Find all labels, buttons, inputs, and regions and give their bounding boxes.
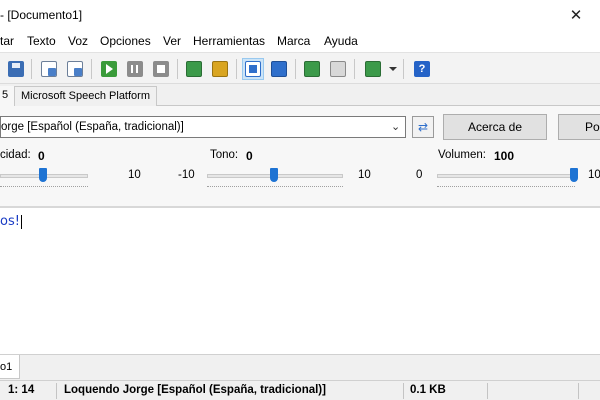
voice-second-button[interactable]: Por [558,114,600,140]
refresh-icon: ⇄ [417,120,429,134]
toolbar-separator [31,59,32,79]
pitch-max-label: 10 [358,169,371,181]
read-mode-button[interactable] [268,58,290,80]
help-icon: ? [414,61,430,77]
speed-slider-thumb[interactable] [39,168,47,182]
title-bar: - [Documento1] ✕ [0,0,600,30]
save-icon [8,61,24,77]
book-yellow-icon [212,61,228,77]
menu-ver[interactable]: Ver [163,34,181,48]
chevron-down-icon: ⌄ [391,121,401,133]
open-doc-button[interactable] [38,58,60,80]
status-separator [56,383,57,399]
tab-documento1[interactable]: o1 [0,355,20,379]
menu-editar[interactable]: tar [0,34,14,48]
status-voice: Loquendo Jorge [Español (España, tradici… [64,384,326,396]
menu-ayuda[interactable]: Ayuda [324,34,358,48]
status-bar: 1: 14 Loquendo Jorge [Español (España, t… [0,380,600,400]
voice-provider-tabs: 5 Microsoft Speech Platform [0,84,600,106]
volume-min-label: 0 [416,169,423,181]
stop-icon [153,61,169,77]
document-tabs: o1 [0,354,600,380]
voice-gray-button[interactable] [327,58,349,80]
stop-button[interactable] [150,58,172,80]
window-title: - [Documento1] [0,8,83,22]
volume-label: Volumen: [438,149,486,161]
voice-gray-icon [330,61,346,77]
pitch-slider-thumb[interactable] [270,168,278,182]
open-doc-icon [41,61,57,77]
volume-slider-track[interactable] [437,174,575,178]
status-position: 1: 14 [8,384,35,396]
play-icon [101,61,117,77]
editor-text: os! [0,214,22,229]
text-caret [20,214,22,229]
menu-bar: tar Texto Voz Opciones Ver Herramientas … [0,30,600,52]
read-icon [271,61,287,77]
toolbar-separator [354,59,355,79]
book-green-icon [186,61,202,77]
edit-mode-button[interactable] [242,58,264,80]
toolbar-separator [403,59,404,79]
toolbar-separator [177,59,178,79]
open-doc2-icon [67,61,83,77]
pitch-value: 0 [246,149,253,163]
pause-icon [127,61,143,77]
speed-value: 0 [38,149,45,163]
status-separator [578,383,579,399]
tab-microsoft-speech-platform[interactable]: Microsoft Speech Platform [14,86,157,106]
menu-voz[interactable]: Voz [68,34,88,48]
pause-button[interactable] [124,58,146,80]
status-separator [403,383,404,399]
status-size: 0.1 KB [410,384,446,396]
toolbar-separator [91,59,92,79]
book-yellow-button[interactable] [209,58,231,80]
open-doc2-button[interactable] [64,58,86,80]
toolbar-separator [295,59,296,79]
about-button[interactable]: Acerca de [443,114,547,140]
volume-value: 100 [494,149,515,163]
menu-herramientas[interactable]: Herramientas [193,34,265,48]
speech-button[interactable] [362,58,384,80]
toolbar-separator [236,59,237,79]
voice-select[interactable]: orge [Español (España, tradicional)] ⌄ [0,116,406,138]
status-separator [487,383,488,399]
voice-green-icon [304,61,320,77]
help-button[interactable]: ? [411,58,433,80]
book-green-button[interactable] [183,58,205,80]
edit-icon [245,61,261,77]
voice-green-button[interactable] [301,58,323,80]
menu-marca[interactable]: Marca [277,34,310,48]
editor-text-content: os! [0,214,20,229]
voice-select-value: orge [Español (España, tradicional)] [1,121,184,133]
voice-panel: orge [Español (España, tradicional)] ⌄ ⇄… [0,106,600,206]
text-editor[interactable]: os! [0,206,600,354]
volume-slider-ticks [437,186,575,189]
close-icon[interactable]: ✕ [552,0,600,30]
speech-icon [365,61,381,77]
tab-loquendo[interactable]: 5 [0,86,16,106]
play-button[interactable] [98,58,120,80]
volume-max-label: 10 [588,169,600,181]
menu-texto[interactable]: Texto [27,34,56,48]
speed-label: cidad: [0,149,31,161]
menu-opciones[interactable]: Opciones [100,34,151,48]
pitch-label: Tono: [210,149,239,161]
pitch-min-label: -10 [178,169,195,181]
chevron-down-icon[interactable] [389,67,397,71]
refresh-voices-button[interactable]: ⇄ [412,116,434,138]
app-window: - [Documento1] ✕ tar Texto Voz Opciones … [0,0,600,400]
toolbar: ? [0,52,600,84]
speed-max-label: 10 [128,169,141,181]
speed-slider-ticks [0,186,88,189]
save-button[interactable] [5,58,27,80]
pitch-slider-ticks [207,186,343,189]
volume-slider-thumb[interactable] [570,168,578,182]
